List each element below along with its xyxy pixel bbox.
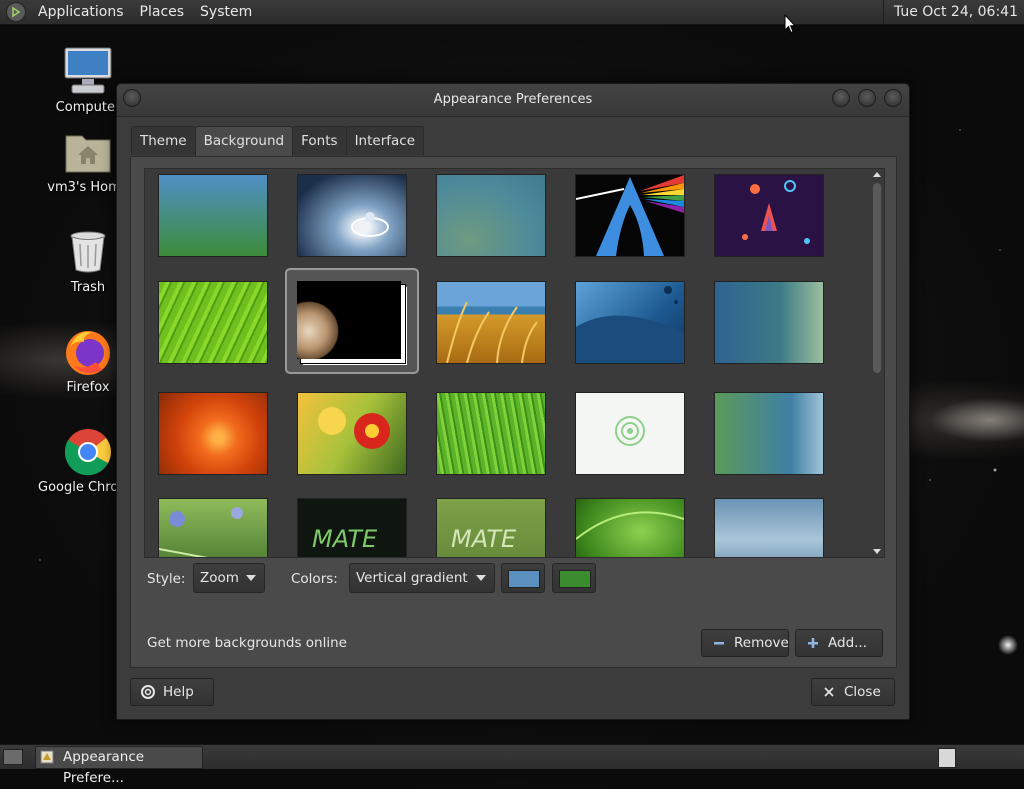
tab-background[interactable]: Background: [194, 126, 294, 157]
add-label: Add...: [828, 635, 868, 651]
scrollbar-thumb[interactable]: [873, 183, 881, 373]
system-menu[interactable]: System: [192, 4, 260, 20]
computer-icon: [62, 46, 114, 98]
tab-bar: Theme Background Fonts Interface: [131, 126, 425, 157]
secondary-color-button[interactable]: [552, 563, 596, 593]
help-label: Help: [163, 684, 194, 700]
colors-dropdown[interactable]: Vertical gradient: [349, 563, 495, 593]
remove-label: Remove: [734, 635, 789, 651]
dialog-title: Appearance Preferences: [433, 92, 593, 107]
maximize-button[interactable]: [858, 89, 876, 107]
mate-text: MATE: [451, 525, 517, 553]
applications-menu[interactable]: Applications: [30, 4, 132, 20]
help-button[interactable]: Help: [130, 678, 214, 706]
wallpaper-grid[interactable]: MATE MATE: [144, 168, 885, 558]
secondary-color-swatch: [559, 570, 591, 588]
chevron-down-icon: [476, 575, 486, 581]
wallpaper-thumbnail[interactable]: [575, 392, 685, 475]
wallpaper-scrollbar[interactable]: [870, 169, 884, 557]
get-more-backgrounds-link[interactable]: Get more backgrounds online: [147, 635, 347, 651]
bottom-panel: Appearance Prefere...: [0, 744, 1024, 786]
style-value: Zoom: [200, 570, 239, 586]
top-panel: Applications Places System Tue Oct 24, 0…: [0, 0, 1024, 25]
style-label: Style:: [147, 571, 186, 587]
places-menu[interactable]: Places: [132, 4, 193, 20]
taskbar-item-label: Appearance Prefere...: [63, 749, 145, 786]
minimize-button[interactable]: [832, 89, 850, 107]
wallpaper-thumbnail[interactable]: [575, 281, 685, 364]
wallpaper-thumbnail[interactable]: [297, 174, 407, 257]
close-button[interactable]: Close: [811, 678, 895, 706]
style-dropdown[interactable]: Zoom: [193, 563, 265, 593]
plus-icon: [808, 638, 818, 648]
appearance-app-icon: [40, 750, 54, 764]
add-button[interactable]: Add...: [795, 629, 883, 657]
wallpaper-thumbnail[interactable]: [436, 174, 546, 257]
close-icon: [824, 687, 834, 697]
wallpaper-thumbnail[interactable]: [158, 174, 268, 257]
close-label: Close: [844, 684, 881, 700]
dialog-titlebar[interactable]: Appearance Preferences: [117, 84, 909, 117]
mate-menu-icon[interactable]: [6, 2, 26, 22]
trash-icon: [62, 226, 114, 278]
scroll-down-icon[interactable]: [873, 549, 881, 554]
mate-text: MATE: [312, 525, 378, 553]
colors-label: Colors:: [291, 571, 338, 587]
wallpaper-thumbnail-selected[interactable]: [297, 281, 407, 365]
remove-button[interactable]: Remove: [701, 629, 789, 657]
wallpaper-thumbnail[interactable]: MATE: [297, 498, 407, 557]
wallpaper-thumbnail[interactable]: [714, 498, 824, 557]
wallpaper-thumbnail[interactable]: [575, 498, 685, 557]
background-page: MATE MATE Style: Zoom Colors: Vertical g…: [130, 156, 897, 668]
wallpaper-thumbnail[interactable]: MATE: [436, 498, 546, 557]
colors-value: Vertical gradient: [356, 570, 468, 586]
wallpaper-thumbnail[interactable]: [297, 392, 407, 475]
chrome-icon: [62, 426, 114, 478]
minus-icon: [714, 642, 724, 645]
chevron-down-icon: [246, 575, 256, 581]
wallpaper-thumbnail[interactable]: [158, 498, 268, 557]
clock[interactable]: Tue Oct 24, 06:41: [882, 0, 1024, 24]
close-window-button[interactable]: [884, 89, 902, 107]
tab-interface[interactable]: Interface: [345, 126, 425, 155]
home-folder-icon: [62, 126, 114, 178]
wallpaper-thumbnail[interactable]: [158, 281, 268, 364]
help-lifebuoy-icon: [141, 685, 155, 699]
tab-theme[interactable]: Theme: [131, 126, 196, 155]
workspace-switcher[interactable]: [938, 748, 956, 768]
show-desktop-icon[interactable]: [3, 749, 23, 765]
appearance-preferences-dialog: Appearance Preferences Theme Background …: [116, 83, 910, 720]
primary-color-swatch: [508, 570, 540, 588]
tab-fonts[interactable]: Fonts: [292, 126, 347, 155]
taskbar-item-appearance[interactable]: Appearance Prefere...: [35, 746, 203, 786]
wallpaper-thumbnail[interactable]: [158, 392, 268, 475]
wallpaper-thumbnail[interactable]: [714, 281, 824, 364]
mouse-pointer-icon: [784, 14, 796, 34]
wallpaper-thumbnail[interactable]: [714, 174, 824, 257]
wallpaper-thumbnail[interactable]: [436, 281, 546, 364]
wallpaper-thumbnail[interactable]: [714, 392, 824, 475]
primary-color-button[interactable]: [501, 563, 545, 593]
wallpaper-thumbnail[interactable]: [575, 174, 685, 257]
scroll-up-icon[interactable]: [873, 172, 881, 177]
wallpaper-thumbnail[interactable]: [436, 392, 546, 475]
firefox-icon: [62, 326, 114, 378]
